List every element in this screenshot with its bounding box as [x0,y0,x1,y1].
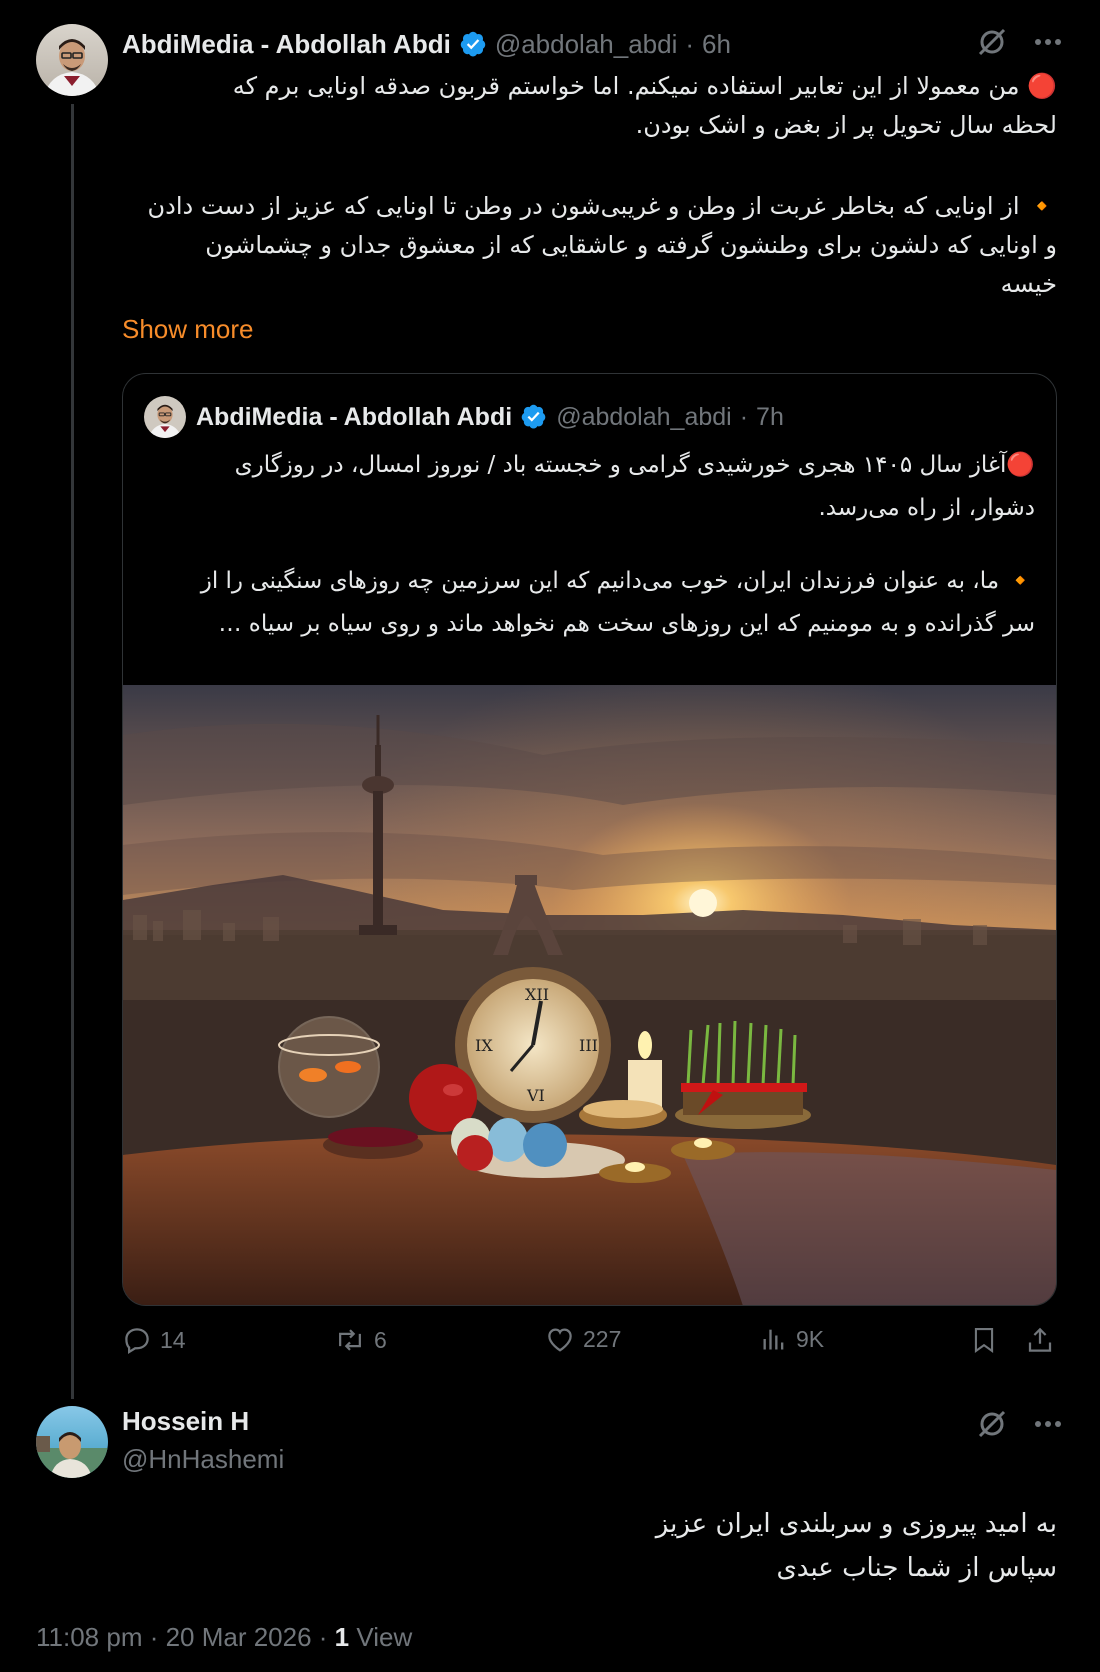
bookmark-button[interactable] [970,1325,998,1355]
repost-button[interactable]: 6 [334,1325,387,1355]
reply-icon [125,1328,149,1355]
verified-badge-icon [459,30,487,58]
author-name[interactable]: AbdiMedia - Abdollah Abdi [122,29,451,60]
post-line: 🔴 من معمولا از این تعابیر استفاده نمیکنم… [232,72,1057,100]
quote-author-name: AbdiMedia - Abdollah Abdi [196,402,513,431]
thread-connector-line [71,104,74,1399]
show-more-link[interactable]: Show more [122,314,254,345]
reply-top-icons [976,1408,1062,1440]
author-avatar[interactable] [36,24,108,96]
quote-body: 🔴آغاز سال ۱۴۰۵ هجری خورشیدی گرامی و خجست… [155,444,1035,646]
post-header: AbdiMedia - Abdollah Abdi @abdolah_abdi … [122,24,731,64]
reply-line: به امید پیروزی و سربلندی ایران عزیز [655,1509,1057,1539]
quote-time: 7h [756,402,784,431]
like-count: 227 [583,1325,622,1352]
separator-dot: · [739,402,749,431]
quote-author-avatar[interactable] [144,396,186,438]
reply-author-avatar[interactable] [36,1406,108,1478]
post-actions-bar: 14 6 227 9K [122,1325,1057,1365]
post-line: و اونایی که دلشون برای وطنشون گرفته و عا… [205,231,1057,259]
views-count: 9K [796,1325,825,1352]
like-button[interactable]: 227 [545,1325,621,1353]
separator-dot: · [685,28,695,59]
svg-text:IX: IX [475,1036,493,1055]
repost-count: 6 [374,1326,387,1353]
quote-author-handle: @abdolah_abdi [556,402,732,431]
post-line: لحظه سال تحویل پر از بغض و اشک بودن. [635,111,1057,139]
author-handle[interactable]: @abdolah_abdi [495,29,678,60]
share-button[interactable] [1025,1325,1055,1355]
reply-view-count: 1 [334,1622,350,1652]
nowruz-haft-sin-image[interactable]: XII III VI IX [123,685,1056,1305]
quote-line: 🔴آغاز سال ۱۴۰۵ هجری خورشیدی گرامی و خجست… [234,452,1035,478]
reply-metadata: 11:08 pm · 20 Mar 2026 · 1 View [36,1622,412,1653]
svg-text:XII: XII [525,985,549,1004]
svg-text:III: III [579,1036,598,1055]
reply-button[interactable]: 14 [122,1325,186,1355]
reply-body: به امید پیروزی و سربلندی ایران عزیز سپاس… [122,1502,1057,1590]
bookmark-icon [974,1328,994,1353]
repost-icon [339,1329,361,1351]
more-options-icon[interactable] [1034,1420,1062,1428]
post-top-icons [976,26,1062,58]
reply-author-handle[interactable]: @HnHashemi [122,1444,284,1475]
share-icon [1028,1327,1052,1352]
reply-count: 14 [160,1326,186,1353]
reply-author-name[interactable]: Hossein H [122,1406,249,1437]
quoted-post[interactable]: AbdiMedia - Abdollah Abdi @abdolah_abdi … [122,373,1057,1306]
views-button[interactable]: 9K [760,1325,824,1353]
views-icon [763,1329,784,1350]
heart-icon [548,1328,572,1352]
quote-line: سر گذرانده و به مومنیم که این روزهای سخت… [218,611,1036,637]
quote-line: دشوار، از راه می‌رسد. [818,495,1035,521]
post-body: 🔴 من معمولا از این تعابیر استفاده نمیکنم… [122,67,1057,304]
post-line: خیسه [1000,270,1057,298]
grok-icon[interactable] [976,1408,1008,1440]
quote-header: AbdiMedia - Abdollah Abdi @abdolah_abdi … [196,396,784,438]
reply-view-label: View [349,1622,413,1652]
quote-line: 🔸 ما، به عنوان فرزندان ایران، خوب می‌دان… [200,568,1035,594]
more-options-icon[interactable] [1034,38,1062,46]
post-line: 🔸 از اونایی که بخاطر غربت از وطن و غریبی… [147,192,1057,220]
verified-badge-icon [520,403,548,431]
reply-timestamp[interactable]: 11:08 pm · 20 Mar 2026 · [36,1622,335,1652]
post-time[interactable]: 6h [702,29,731,60]
svg-text:VI: VI [526,1086,545,1105]
grok-icon[interactable] [976,26,1008,58]
reply-line: سپاس از شما جناب عبدی [776,1553,1057,1583]
